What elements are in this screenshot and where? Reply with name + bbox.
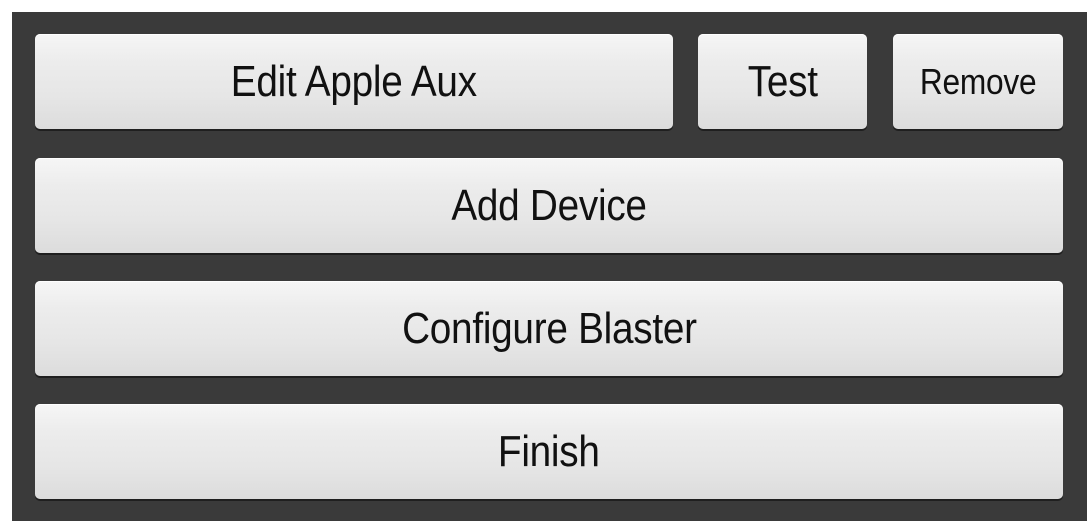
configure-blaster-button[interactable]: Configure Blaster [35, 281, 1063, 376]
edit-apple-aux-label: Edit Apple Aux [230, 56, 478, 106]
add-device-label: Add Device [451, 180, 647, 230]
add-device-button[interactable]: Add Device [35, 158, 1063, 253]
remove-label: Remove [919, 60, 1037, 102]
remove-button[interactable]: Remove [893, 34, 1063, 129]
test-button[interactable]: Test [698, 34, 867, 129]
finish-label: Finish [498, 426, 600, 476]
configure-blaster-label: Configure Blaster [401, 303, 697, 353]
edit-apple-aux-button[interactable]: Edit Apple Aux [35, 34, 673, 129]
test-label: Test [747, 56, 818, 106]
button-panel: Edit Apple Aux Test Remove Add Device Co… [12, 12, 1087, 521]
finish-button[interactable]: Finish [35, 404, 1063, 499]
